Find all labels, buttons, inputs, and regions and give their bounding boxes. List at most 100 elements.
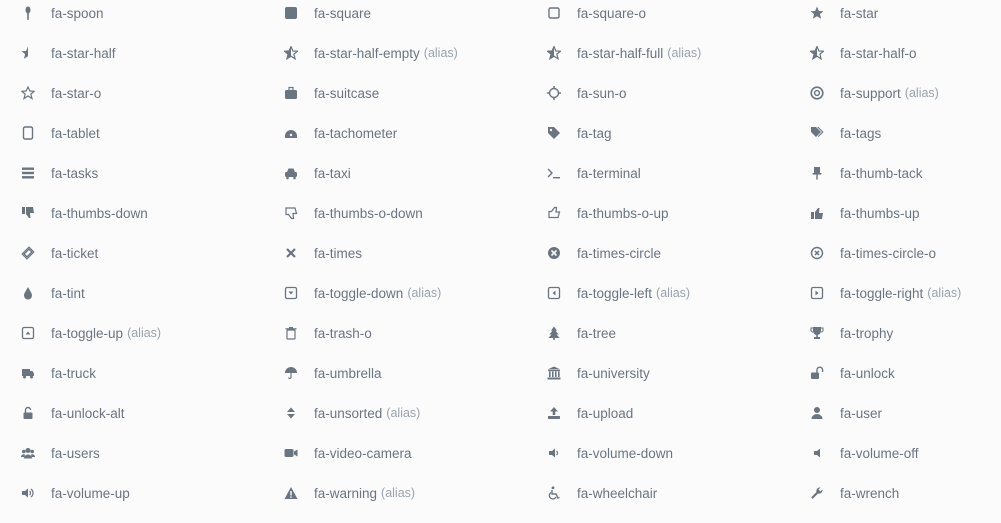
icon-entry[interactable]: fa-volume-down [526, 433, 789, 473]
alias-label: (alias) [927, 286, 962, 300]
icon-entry[interactable]: fa-university [526, 353, 789, 393]
icon-name: fa-star-half-o [840, 45, 917, 61]
icon-entry[interactable]: fa-thumbs-o-down [263, 193, 526, 233]
icon-entry[interactable]: fa-truck [0, 353, 263, 393]
icon-entry[interactable]: fa-trash-o [263, 313, 526, 353]
trophy-icon [809, 325, 825, 341]
icon-entry[interactable]: fa-sun-o [526, 73, 789, 113]
unsorted-icon [283, 405, 299, 421]
icon-entry[interactable]: fa-user [789, 393, 1001, 433]
icon-name: fa-trash-o [314, 325, 372, 341]
icon-entry[interactable]: fa-toggle-up (alias) [0, 313, 263, 353]
icon-name: fa-warning [314, 485, 378, 501]
icon-entry[interactable]: fa-volume-off [789, 433, 1001, 473]
icon-entry[interactable]: fa-unlock-alt [0, 393, 263, 433]
icon-entry[interactable]: fa-tachometer [263, 113, 526, 153]
icon-name: fa-spoon [51, 5, 104, 21]
icon-entry[interactable]: fa-users [0, 433, 263, 473]
icon-entry[interactable]: fa-tree [526, 313, 789, 353]
icon-name: fa-wrench [840, 485, 900, 501]
icon-entry[interactable]: fa-tags [789, 113, 1001, 153]
tag-icon [546, 125, 562, 141]
toggle-right-icon [809, 285, 825, 301]
alias-label: (alias) [386, 406, 421, 420]
terminal-icon [546, 165, 562, 181]
icon-entry[interactable]: fa-times-circle-o [789, 233, 1001, 273]
icon-name: fa-upload [577, 405, 634, 421]
icon-entry[interactable]: fa-thumb-tack [789, 153, 1001, 193]
icon-entry[interactable]: fa-times [263, 233, 526, 273]
icon-name: fa-square-o [577, 5, 647, 21]
square-icon [283, 5, 299, 21]
tachometer-icon [283, 125, 299, 141]
icon-entry[interactable]: fa-wrench [789, 473, 1001, 513]
icon-name: fa-star-half-empty [314, 45, 420, 61]
icon-entry[interactable]: fa-square-o [526, 0, 789, 33]
icon-name: fa-university [577, 365, 650, 381]
support-icon [809, 85, 825, 101]
icon-name: fa-thumbs-down [51, 205, 148, 221]
icon-name: fa-tablet [51, 125, 100, 141]
icon-entry[interactable]: fa-warning (alias) [263, 473, 526, 513]
icon-entry[interactable]: fa-spoon [0, 0, 263, 33]
volume-off-icon [809, 445, 825, 461]
times-circle-icon [546, 245, 562, 261]
icon-entry[interactable]: fa-star-o [0, 73, 263, 113]
icon-entry[interactable]: fa-trophy [789, 313, 1001, 353]
icon-entry[interactable]: fa-ticket [0, 233, 263, 273]
icon-entry[interactable]: fa-star [789, 0, 1001, 33]
icon-entry[interactable]: fa-toggle-right (alias) [789, 273, 1001, 313]
icon-entry[interactable]: fa-thumbs-up [789, 193, 1001, 233]
icon-entry[interactable]: fa-thumbs-o-up [526, 193, 789, 233]
icon-entry[interactable]: fa-video-camera [263, 433, 526, 473]
icon-name: fa-thumbs-o-up [577, 205, 669, 221]
icon-entry[interactable]: fa-support (alias) [789, 73, 1001, 113]
icon-entry[interactable]: fa-suitcase [263, 73, 526, 113]
tags-icon [809, 125, 825, 141]
ticket-icon [20, 245, 36, 261]
icon-entry[interactable]: fa-star-half-o [789, 33, 1001, 73]
icon-entry[interactable]: fa-toggle-left (alias) [526, 273, 789, 313]
icon-name: fa-terminal [577, 165, 641, 181]
icon-name: fa-ticket [51, 245, 99, 261]
icon-entry[interactable]: fa-tasks [0, 153, 263, 193]
icon-entry[interactable]: fa-tablet [0, 113, 263, 153]
icon-entry[interactable]: fa-tag [526, 113, 789, 153]
icon-entry[interactable]: fa-wheelchair [526, 473, 789, 513]
square-o-icon [546, 5, 562, 21]
icon-name: fa-unlock [840, 365, 895, 381]
icon-name: fa-video-camera [314, 445, 412, 461]
icon-name: fa-toggle-right [840, 285, 924, 301]
icon-entry[interactable]: fa-thumbs-down [0, 193, 263, 233]
toggle-up-icon [20, 325, 36, 341]
icon-entry[interactable]: fa-toggle-down (alias) [263, 273, 526, 313]
tint-icon [20, 285, 36, 301]
icon-entry[interactable]: fa-volume-up [0, 473, 263, 513]
icon-entry[interactable]: fa-star-half-empty (alias) [263, 33, 526, 73]
icon-name: fa-unsorted [314, 405, 383, 421]
icon-entry[interactable]: fa-umbrella [263, 353, 526, 393]
icon-entry[interactable]: fa-times-circle [526, 233, 789, 273]
thumb-tack-icon [809, 165, 825, 181]
icon-name: fa-sun-o [577, 85, 627, 101]
taxi-icon [283, 165, 299, 181]
alias-label: (alias) [423, 46, 458, 60]
icon-entry[interactable]: fa-square [263, 0, 526, 33]
icon-entry[interactable]: fa-upload [526, 393, 789, 433]
icon-entry[interactable]: fa-unsorted (alias) [263, 393, 526, 433]
toggle-down-icon [283, 285, 299, 301]
icon-name: fa-volume-off [840, 445, 919, 461]
icon-entry[interactable]: fa-unlock [789, 353, 1001, 393]
icon-entry[interactable]: fa-terminal [526, 153, 789, 193]
unlock-alt-icon [20, 405, 36, 421]
icon-entry[interactable]: fa-taxi [263, 153, 526, 193]
icon-entry[interactable]: fa-tint [0, 273, 263, 313]
icon-entry[interactable]: fa-star-half [0, 33, 263, 73]
icon-name: fa-umbrella [314, 365, 382, 381]
users-icon [20, 445, 36, 461]
icon-name: fa-star-half-full [577, 45, 664, 61]
icon-entry[interactable]: fa-star-half-full (alias) [526, 33, 789, 73]
icon-grid: fa-spoon fa-square fa-square-o fa-star fa-st… [0, 0, 1001, 523]
warning-icon [283, 485, 299, 501]
icon-name: fa-times-circle [577, 245, 662, 261]
